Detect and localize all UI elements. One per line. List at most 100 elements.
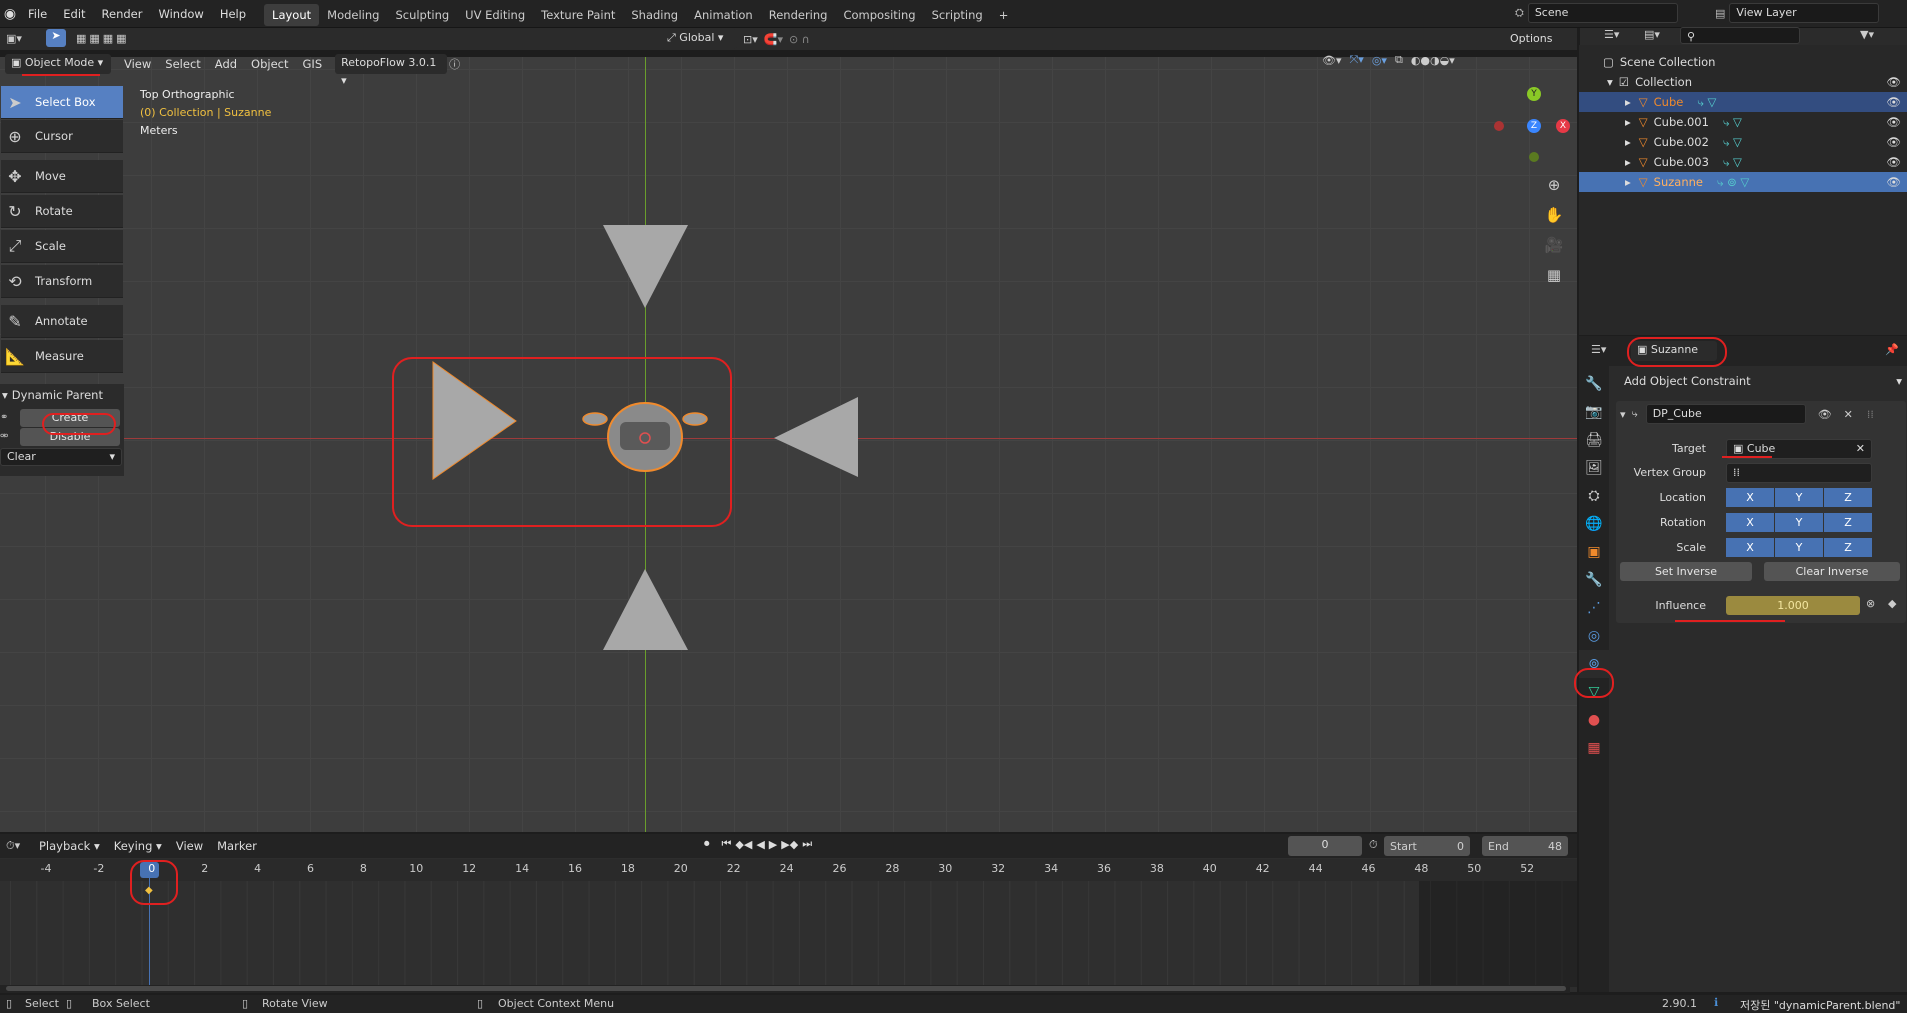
menu-select[interactable]: Select bbox=[158, 54, 207, 74]
tab-sculpting[interactable]: Sculpting bbox=[387, 4, 457, 26]
tab-modeling[interactable]: Modeling bbox=[319, 4, 387, 26]
zoom-icon[interactable]: ⊕ bbox=[1541, 170, 1567, 200]
object-tab-icon[interactable]: ▣ bbox=[1579, 538, 1609, 566]
tab-uv-editing[interactable]: UV Editing bbox=[457, 4, 533, 26]
pin-icon[interactable]: 📌 bbox=[1885, 343, 1899, 356]
scene-field[interactable]: Scene bbox=[1527, 3, 1678, 23]
next-keyframe-icon[interactable]: ▶◆ bbox=[781, 838, 798, 851]
blender-logo-icon[interactable]: ◉ bbox=[0, 6, 20, 22]
clear-inverse-button[interactable]: Clear Inverse bbox=[1764, 562, 1900, 581]
tab-shading[interactable]: Shading bbox=[623, 4, 686, 26]
timeline-scrollbar[interactable] bbox=[0, 985, 1570, 993]
tool-annotate[interactable]: ✎ Annotate bbox=[1, 305, 123, 338]
expand-arrow-icon[interactable]: ▾ bbox=[1607, 75, 1613, 89]
shading-modes-icon[interactable]: ◐●◑◒▾ bbox=[1411, 54, 1455, 67]
outliner-item-cube-001[interactable]: ▸ ▽ Cube.001 ⤷ ▽ 👁 bbox=[1579, 112, 1907, 132]
set-inverse-button[interactable]: Set Inverse bbox=[1620, 562, 1752, 581]
location-y-toggle[interactable]: Y bbox=[1775, 488, 1823, 507]
clear-target-icon[interactable]: ✕ bbox=[1856, 440, 1865, 458]
gizmo-neg-y-icon[interactable] bbox=[1529, 152, 1539, 162]
prev-keyframe-icon[interactable]: ◆◀ bbox=[735, 838, 752, 851]
tool-cursor[interactable]: ⊕ Cursor bbox=[1, 120, 123, 153]
expand-arrow-icon[interactable]: ▸ bbox=[1625, 155, 1631, 169]
menu-window[interactable]: Window bbox=[150, 0, 211, 28]
play-reverse-icon[interactable]: ◀ bbox=[756, 838, 764, 851]
outliner-editor-icon[interactable]: ☰▾ bbox=[1604, 28, 1619, 41]
view-layer-selector[interactable]: ▤ View Layer bbox=[1715, 3, 1880, 23]
menu-gis[interactable]: GIS bbox=[296, 54, 330, 74]
tab-compositing[interactable]: Compositing bbox=[835, 4, 923, 26]
tool-measure[interactable]: 📐 Measure bbox=[1, 340, 123, 373]
expand-arrow-icon[interactable]: ▸ bbox=[1625, 115, 1631, 129]
transform-orientation-dropdown[interactable]: ⤢ Global ▾ bbox=[661, 29, 737, 49]
rotation-y-toggle[interactable]: Y bbox=[1775, 513, 1823, 532]
playback-menu[interactable]: Playback ▾ bbox=[32, 836, 107, 856]
scene-selector[interactable]: ⛭ Scene bbox=[1515, 3, 1678, 23]
menu-add[interactable]: Add bbox=[208, 54, 244, 74]
keyframe-diamond-icon[interactable]: ◆ bbox=[1888, 597, 1896, 610]
select-mode-icons[interactable]: ▦▦▦▦ bbox=[76, 32, 130, 45]
visibility-eye-icon[interactable]: 👁 bbox=[1818, 408, 1832, 421]
outliner-item-suzanne[interactable]: ▸ ▽ Suzanne ⤷ ⊚ ▽ 👁 bbox=[1579, 172, 1907, 192]
menu-file[interactable]: File bbox=[20, 0, 55, 28]
play-icon[interactable]: ▶ bbox=[769, 838, 777, 851]
constraint-name-field[interactable]: DP_Cube bbox=[1645, 404, 1806, 424]
outliner-item-cube-002[interactable]: ▸ ▽ Cube.002 ⤷ ▽ 👁 bbox=[1579, 132, 1907, 152]
scale-x-toggle[interactable]: X bbox=[1726, 538, 1774, 557]
timeline-track-area[interactable] bbox=[0, 881, 1577, 987]
options-button[interactable]: Options bbox=[1510, 29, 1570, 49]
keying-menu[interactable]: Keying ▾ bbox=[107, 836, 169, 856]
marker-menu[interactable]: Marker bbox=[210, 836, 264, 856]
tool-select-box[interactable]: ➤ Select Box bbox=[1, 86, 123, 119]
eye-icon[interactable]: 👁 bbox=[1886, 135, 1901, 149]
rotation-x-toggle[interactable]: X bbox=[1726, 513, 1774, 532]
menu-view[interactable]: View bbox=[117, 54, 158, 74]
expand-arrow-icon[interactable]: ▸ bbox=[1625, 135, 1631, 149]
tab-scripting[interactable]: Scripting bbox=[924, 4, 991, 26]
scale-y-toggle[interactable]: Y bbox=[1775, 538, 1823, 557]
current-frame-field[interactable]: 0 bbox=[1288, 836, 1362, 856]
location-z-toggle[interactable]: Z bbox=[1824, 488, 1872, 507]
visibility-icon[interactable]: 👁▾ bbox=[1322, 54, 1342, 67]
object-mode-dropdown[interactable]: ▣ Object Mode ▾ bbox=[5, 54, 111, 74]
disable-keep-transform-icon[interactable]: ⊗ bbox=[1866, 597, 1875, 610]
tool-move[interactable]: ✥ Move bbox=[1, 160, 123, 193]
view-layer-tab-icon[interactable]: 🖼 bbox=[1579, 454, 1609, 482]
overlay-icon[interactable]: ◎▾ bbox=[1372, 54, 1387, 67]
menu-help[interactable]: Help bbox=[212, 0, 254, 28]
tool-tab-icon[interactable]: 🔧 bbox=[1579, 370, 1609, 398]
menu-object[interactable]: Object bbox=[244, 54, 295, 74]
eye-icon[interactable]: 👁 bbox=[1886, 75, 1901, 89]
view-layer-field[interactable]: View Layer bbox=[1729, 3, 1880, 23]
end-frame-field[interactable]: End 48 bbox=[1482, 836, 1568, 856]
proportional-edit-icon[interactable]: ⊙ ∩ bbox=[789, 33, 810, 46]
add-object-constraint-dropdown[interactable]: Add Object Constraint ▾ bbox=[1614, 370, 1904, 392]
physics-tab-icon[interactable]: ◎ bbox=[1579, 622, 1609, 650]
drag-handle-icon[interactable]: ⁞⁞ bbox=[1867, 408, 1874, 421]
vertex-group-field[interactable]: ⁞⁞ bbox=[1726, 463, 1872, 483]
gizmo-y-icon[interactable]: Y bbox=[1527, 87, 1541, 101]
panel-header[interactable]: ▾ Dynamic Parent bbox=[0, 384, 124, 406]
scene-tab-icon[interactable]: ⛭ bbox=[1579, 482, 1609, 510]
rotation-z-toggle[interactable]: Z bbox=[1824, 513, 1872, 532]
timeline-view-menu[interactable]: View bbox=[169, 836, 210, 856]
record-icon[interactable]: ⏺ bbox=[704, 837, 710, 851]
help-icon[interactable]: ⓘ bbox=[449, 56, 460, 72]
menu-edit[interactable]: Edit bbox=[55, 0, 93, 28]
eye-icon[interactable]: 👁 bbox=[1886, 95, 1901, 109]
output-tab-icon[interactable]: 🖨 bbox=[1579, 426, 1609, 454]
modifier-tab-icon[interactable]: 🔧 bbox=[1579, 566, 1609, 594]
add-workspace-icon[interactable]: + bbox=[991, 4, 1017, 26]
grid-icon[interactable]: ▦ bbox=[1541, 260, 1567, 290]
location-x-toggle[interactable]: X bbox=[1726, 488, 1774, 507]
gizmo-icon[interactable]: ⤧▾ bbox=[1350, 53, 1364, 67]
pivot-icon[interactable]: ⊡▾ bbox=[743, 33, 758, 46]
pan-hand-icon[interactable]: ✋ bbox=[1541, 200, 1567, 230]
texture-tab-icon[interactable]: ▦ bbox=[1579, 734, 1609, 762]
retopoflow-dropdown[interactable]: RetopoFlow 3.0.1 ▾ bbox=[335, 54, 448, 87]
eye-icon[interactable]: 👁 bbox=[1886, 115, 1901, 129]
outliner-item-cube-003[interactable]: ▸ ▽ Cube.003 ⤷ ▽ 👁 bbox=[1579, 152, 1907, 172]
outliner-item-cube[interactable]: ▸ ▽ Cube ⤷ ▽ 👁 bbox=[1579, 92, 1907, 112]
collection-row[interactable]: ▾ ☑ Collection 👁 bbox=[1579, 72, 1907, 92]
material-tab-icon[interactable]: ● bbox=[1579, 706, 1609, 734]
